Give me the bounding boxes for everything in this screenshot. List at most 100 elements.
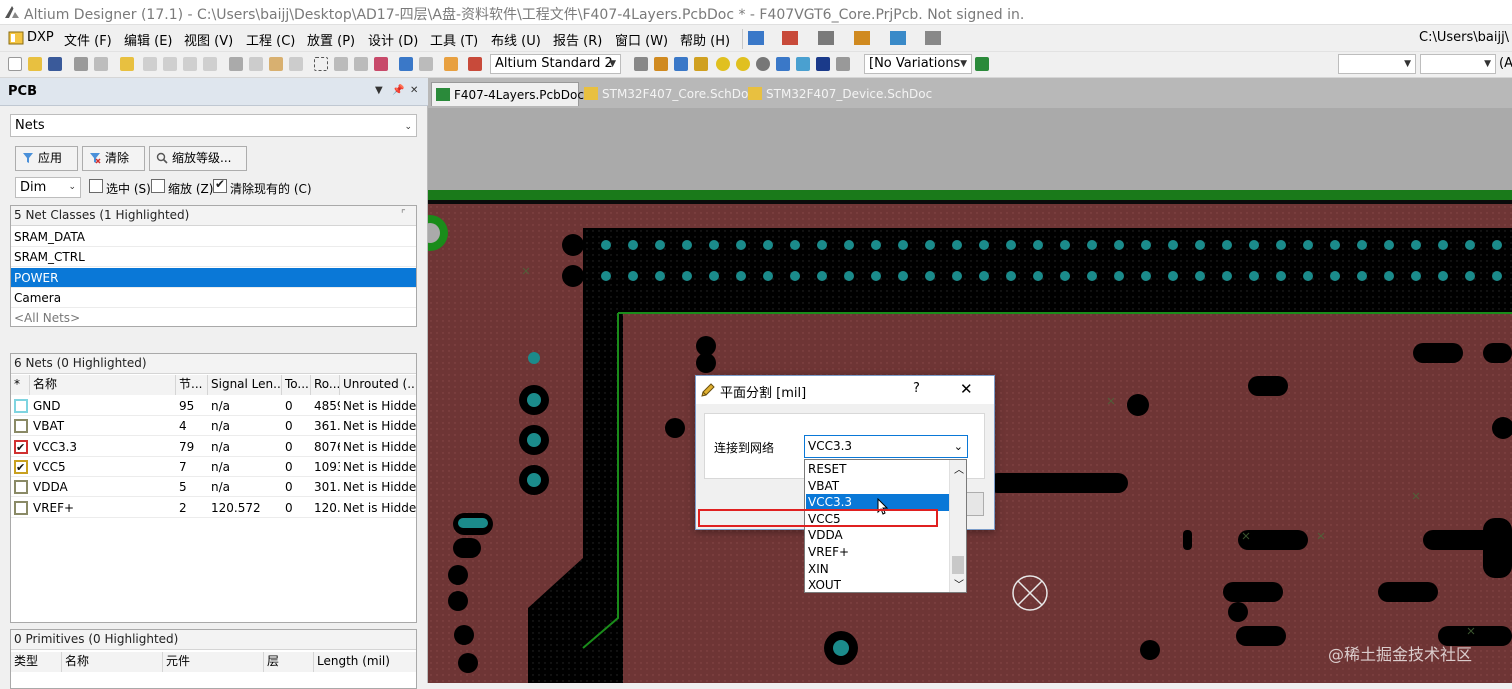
menu-view[interactable]: 视图 (V) xyxy=(184,30,233,49)
apply-button[interactable]: 应用 xyxy=(15,146,78,171)
col-nodes[interactable]: 节... xyxy=(176,375,208,395)
pin-icon[interactable]: 📌 xyxy=(392,85,404,96)
arc-icon[interactable] xyxy=(756,57,770,71)
net-option[interactable]: RESET xyxy=(806,461,949,478)
net-visible-checkbox-checked[interactable]: ✔ xyxy=(14,459,28,474)
tab-core-schdoc[interactable]: STM32F407_Core.SchDoc xyxy=(580,82,755,106)
align-tools-icon[interactable] xyxy=(782,31,798,45)
place-tools-icon[interactable] xyxy=(748,31,764,45)
net-visible-checkbox[interactable] xyxy=(14,500,28,515)
polygon-icon[interactable] xyxy=(796,57,810,71)
col-total[interactable]: To... xyxy=(282,375,311,395)
net-visible-checkbox-checked[interactable]: ✔ xyxy=(14,439,28,454)
panel-mode-dropdown[interactable]: Nets ⌄ xyxy=(10,114,417,137)
menu-file[interactable]: 文件 (F) xyxy=(64,30,112,49)
print-preview-icon[interactable] xyxy=(94,57,108,71)
open-folder-icon[interactable] xyxy=(28,57,42,71)
crossprobe-icon[interactable] xyxy=(444,57,458,71)
menu-place[interactable]: 放置 (P) xyxy=(307,30,355,49)
net-class-row[interactable]: Camera xyxy=(11,288,416,308)
undo-icon[interactable] xyxy=(399,57,413,71)
menu-reports[interactable]: 报告 (R) xyxy=(553,30,602,49)
col-star[interactable]: * xyxy=(11,375,30,395)
move-icon[interactable] xyxy=(334,57,348,71)
component-icon[interactable] xyxy=(836,57,850,71)
open-project-icon[interactable] xyxy=(120,57,134,71)
scrollbar-thumb[interactable] xyxy=(952,556,964,574)
dimension-tools-icon[interactable] xyxy=(854,31,870,45)
zoom-filter-icon[interactable] xyxy=(203,57,217,71)
zoom-area-icon[interactable] xyxy=(163,57,177,71)
menu-window[interactable]: 窗口 (W) xyxy=(615,30,668,49)
net-classes-list[interactable]: 5 Net Classes (1 Highlighted) ⌜ SRAM_DAT… xyxy=(10,205,417,327)
net-row[interactable]: ✔ VCC3.3 79 n/a 0 8076Net is Hidden xyxy=(11,437,416,457)
browse-icon[interactable] xyxy=(468,57,482,71)
col-length[interactable]: Length (mil) xyxy=(314,652,416,672)
menu-dxp[interactable]: DXP xyxy=(27,30,54,45)
help-button[interactable]: ? xyxy=(913,381,920,396)
zoom-checkbox[interactable] xyxy=(151,179,165,193)
toolbar-combo-a[interactable]: ▼ xyxy=(1338,54,1416,74)
col-component[interactable]: 元件 xyxy=(163,652,264,672)
zoom-level-button[interactable]: 缩放等级... xyxy=(149,146,247,171)
col-name[interactable]: 名称 xyxy=(30,375,176,395)
net-option[interactable]: VREF+ xyxy=(806,544,949,561)
clear-existing-checkbox[interactable] xyxy=(213,177,227,193)
tab-pcbdoc[interactable]: F407-4Layers.PcbDoc * xyxy=(431,82,594,106)
menu-design[interactable]: 设计 (D) xyxy=(368,30,418,49)
via-icon[interactable] xyxy=(736,57,750,71)
col-type[interactable]: 类型 xyxy=(11,652,62,672)
view-config-dropdown[interactable]: Altium Standard 2 ▼ xyxy=(490,54,621,74)
variations-dropdown[interactable]: [No Variations ▼ xyxy=(864,54,972,74)
clear-button[interactable]: 清除 xyxy=(82,146,145,171)
net-class-row[interactable]: SRAM_DATA xyxy=(11,227,416,247)
col-prim-name[interactable]: 名称 xyxy=(62,652,163,672)
multi-route-icon[interactable] xyxy=(674,57,688,71)
net-class-row[interactable]: SRAM_CTRL xyxy=(11,247,416,268)
variant-manager-icon[interactable] xyxy=(975,57,989,71)
col-unrouted[interactable]: Unrouted (... xyxy=(340,375,416,395)
toolbar-combo-b[interactable]: ▼ xyxy=(1420,54,1496,74)
net-row[interactable]: GND 95 n/a 0 4859Net is Hidden xyxy=(11,396,416,416)
save-icon[interactable] xyxy=(48,57,62,71)
fill-icon[interactable] xyxy=(776,57,790,71)
sort-icon[interactable]: ⌜ xyxy=(401,209,406,220)
menu-edit[interactable]: 编辑 (E) xyxy=(124,30,173,49)
zoom-fit-icon[interactable] xyxy=(143,57,157,71)
close-icon[interactable]: ✕ xyxy=(410,85,418,96)
net-visible-checkbox[interactable] xyxy=(14,419,28,434)
menu-help[interactable]: 帮助 (H) xyxy=(680,30,730,49)
pad-icon[interactable] xyxy=(716,57,730,71)
diff-pair-icon[interactable] xyxy=(654,57,668,71)
string-icon[interactable] xyxy=(816,57,830,71)
copy-icon[interactable] xyxy=(249,57,263,71)
redo-icon[interactable] xyxy=(419,57,433,71)
net-row[interactable]: VBAT 4 n/a 0 361.0Net is Hidden xyxy=(11,416,416,437)
primitives-list[interactable]: 0 Primitives (0 Highlighted) 类型 名称 元件 层 … xyxy=(10,629,417,689)
col-signal-length[interactable]: Signal Len... xyxy=(208,375,282,395)
zoom-selected-icon[interactable] xyxy=(183,57,197,71)
rubber-stamp-icon[interactable] xyxy=(289,57,303,71)
net-option[interactable]: VDDA xyxy=(806,527,949,544)
grid-icon[interactable] xyxy=(925,31,941,45)
new-file-icon[interactable] xyxy=(8,57,22,71)
interactive-route-icon[interactable] xyxy=(634,57,648,71)
dialog-close-button[interactable]: ✕ xyxy=(960,380,973,398)
net-visible-checkbox[interactable] xyxy=(14,399,28,413)
panel-menu-icon[interactable]: ▼ xyxy=(375,85,383,96)
scroll-up-icon[interactable]: ︿ xyxy=(954,461,964,476)
net-class-row[interactable]: <All Nets> xyxy=(11,308,416,326)
dim-dropdown[interactable]: Dim ⌄ xyxy=(15,177,81,198)
net-select[interactable]: VCC3.3 ⌄ xyxy=(804,435,968,458)
paste-icon[interactable] xyxy=(269,57,283,71)
room-tools-icon[interactable] xyxy=(890,31,906,45)
net-option[interactable]: XIN xyxy=(806,561,949,578)
length-tune-icon[interactable] xyxy=(694,57,708,71)
tab-device-schdoc[interactable]: STM32F407_Device.SchDoc xyxy=(744,82,932,106)
menu-project[interactable]: 工程 (C) xyxy=(246,30,295,49)
deselect-icon[interactable] xyxy=(374,57,388,71)
net-row[interactable]: ✔ VCC5 7 n/a 0 1093Net is Hidden xyxy=(11,457,416,477)
select-area-icon[interactable] xyxy=(314,57,328,71)
col-layer[interactable]: 层 xyxy=(264,652,314,672)
net-visible-checkbox[interactable] xyxy=(14,480,28,495)
